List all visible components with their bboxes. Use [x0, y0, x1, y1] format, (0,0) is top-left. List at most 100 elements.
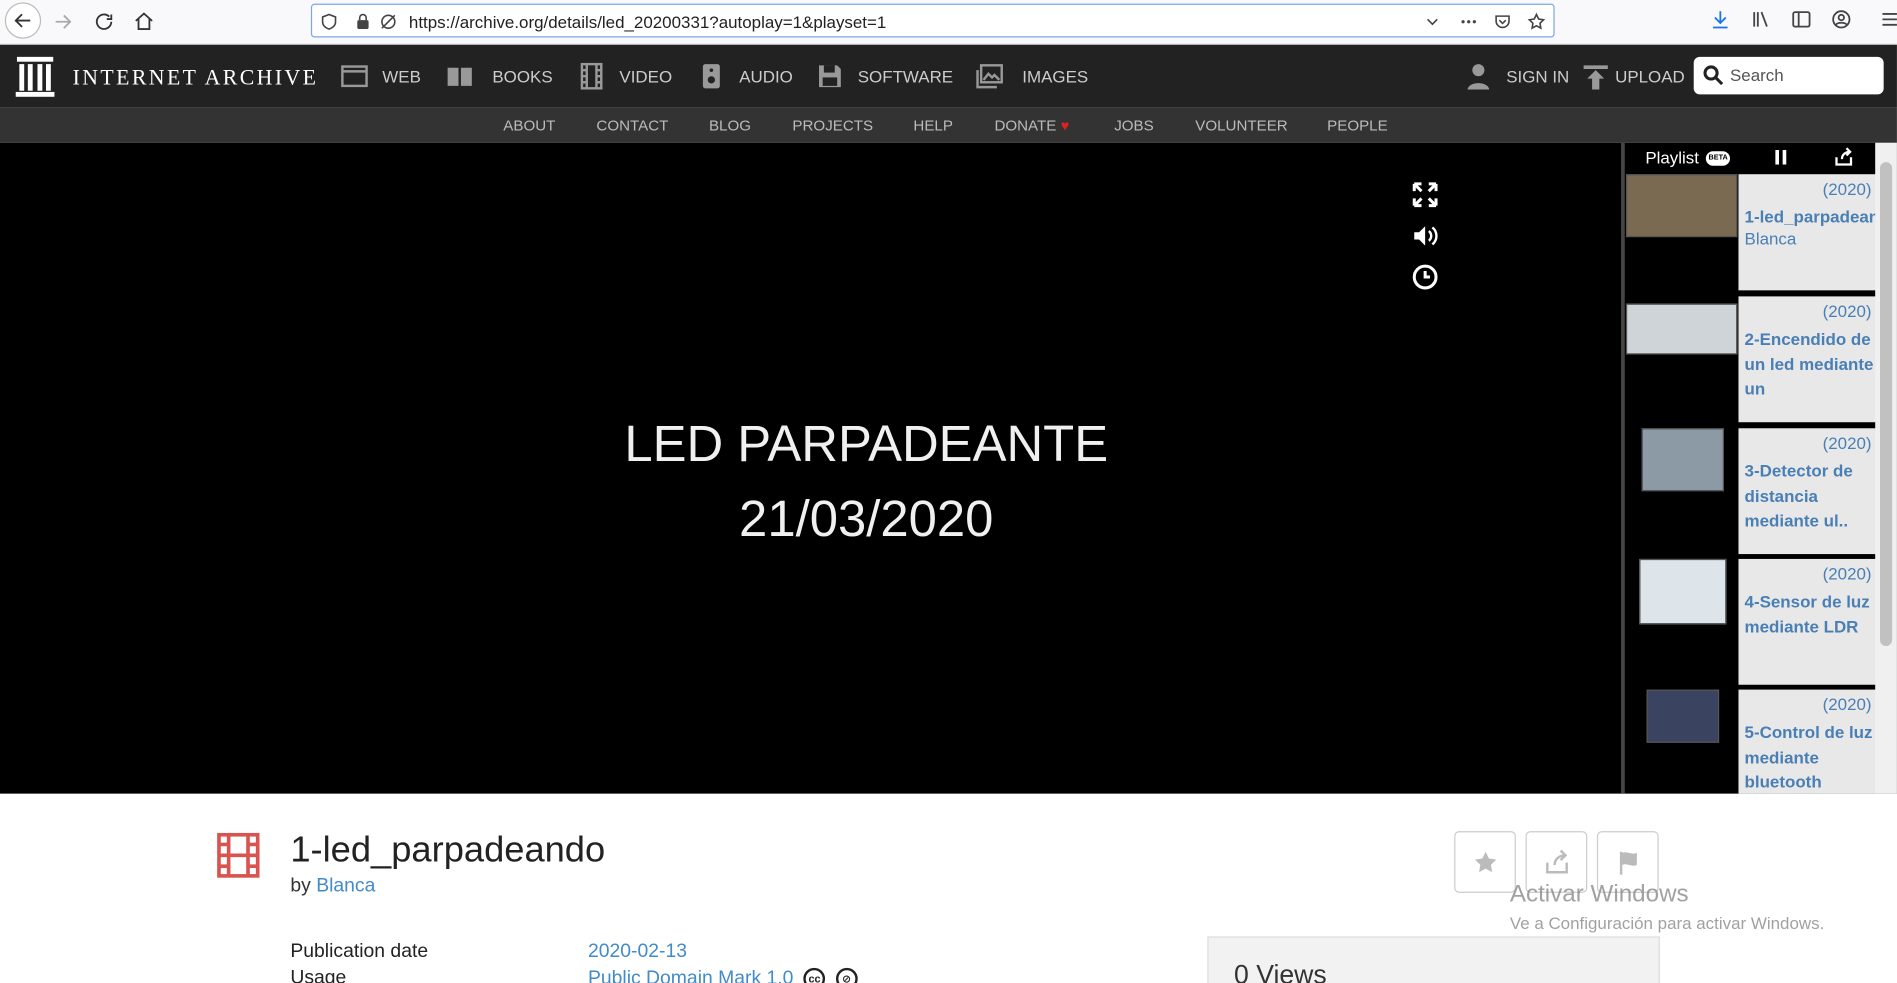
arrow-left-icon: [14, 13, 31, 28]
clock-icon[interactable]: [1411, 263, 1440, 292]
nav-books-label: BOOKS: [492, 66, 553, 86]
subnav-volunteer[interactable]: VOLUNTEER: [1195, 117, 1287, 134]
menu-icon[interactable]: [1879, 8, 1897, 32]
subnav-about[interactable]: ABOUT: [503, 117, 555, 134]
star-icon: [1474, 851, 1496, 872]
volume-icon[interactable]: [1411, 221, 1440, 250]
film-icon: [215, 832, 261, 878]
nav-audio[interactable]: AUDIO: [697, 62, 793, 91]
usage-value: Public Domain Mark 1.0 cc ⊘: [588, 967, 858, 983]
video-player[interactable]: LED PARPADEANTE 21/03/2020: [0, 142, 1622, 794]
account-icon[interactable]: [1830, 8, 1854, 32]
subnav-projects[interactable]: PROJECTS: [792, 117, 873, 134]
scroll-thumb[interactable]: [1880, 162, 1893, 647]
playlist-item[interactable]: (2020) 4-Sensor de luz mediante LDR: [1625, 558, 1879, 685]
playlist-item[interactable]: (2020) 3-Detector de distancia mediante …: [1625, 428, 1879, 555]
playlist-item-author: Blanca: [1744, 228, 1797, 249]
ia-logo-text[interactable]: INTERNET ARCHIVE: [73, 65, 319, 90]
playlist-card: (2020) 3-Detector de distancia mediante …: [1738, 428, 1877, 555]
playlist-item[interactable]: (2020) 2-Encendido de un led mediante un: [1625, 296, 1879, 423]
nav-video[interactable]: VIDEO: [577, 62, 672, 91]
flag-icon: [1619, 851, 1637, 875]
pub-date-link[interactable]: 2020-02-13: [588, 941, 687, 963]
book-icon: [445, 62, 479, 91]
playlist-panel: Playlist BETA (2020) 1-led_parpadeando B…: [1621, 142, 1897, 794]
sign-in-label: SIGN IN: [1506, 66, 1570, 86]
subnav-donate[interactable]: DONATE ♥: [994, 117, 1069, 134]
nav-images[interactable]: IMAGES: [975, 62, 1088, 91]
playlist-item-year: (2020): [1822, 694, 1872, 714]
subnav-help[interactable]: HELP: [913, 117, 953, 134]
back-button[interactable]: [4, 2, 42, 39]
pub-date-label: Publication date: [290, 941, 429, 962]
pause-icon[interactable]: [1770, 146, 1792, 168]
playlist-item-name: 4-Sensor de luz mediante LDR: [1744, 591, 1870, 636]
page-root: https://archive.org/details/led_20200331…: [0, 0, 1897, 983]
more-dots-icon[interactable]: [1459, 12, 1478, 31]
sign-in-button[interactable]: SIGN IN: [1464, 62, 1569, 91]
playlist-item-name: 2-Encendido de un led mediante un: [1744, 329, 1874, 399]
subnav-blog[interactable]: BLOG: [709, 117, 751, 134]
home-button[interactable]: [127, 5, 161, 39]
shield-icon[interactable]: [319, 12, 338, 31]
playlist-item-year: (2020): [1822, 301, 1872, 321]
subnav-people[interactable]: PEOPLE: [1327, 117, 1388, 134]
share-icon: [1545, 849, 1568, 873]
upload-button[interactable]: UPLOAD: [1581, 62, 1685, 91]
nav-images-label: IMAGES: [1022, 66, 1089, 86]
film-icon: [577, 62, 606, 91]
download-icon[interactable]: [1709, 8, 1733, 32]
playlist-item[interactable]: (2020) 1-led_parpadeando Blanca: [1625, 174, 1880, 291]
views-count: 0 Views: [1233, 959, 1327, 983]
nav-video-label: VIDEO: [619, 66, 673, 86]
library-icon[interactable]: [1751, 8, 1775, 32]
fullscreen-icon[interactable]: [1411, 180, 1440, 209]
beta-badge: BETA: [1706, 151, 1731, 167]
license-link[interactable]: Public Domain Mark 1.0: [588, 968, 793, 983]
playlist-scrollbar[interactable]: [1875, 142, 1897, 794]
lock-icon[interactable]: [353, 12, 372, 31]
subnav-jobs[interactable]: JOBS: [1114, 117, 1154, 134]
pocket-icon[interactable]: [1493, 12, 1512, 31]
search-input[interactable]: [1730, 62, 1876, 88]
video-title-line2: 21/03/2020: [739, 489, 994, 547]
usage-label: Usage: [290, 967, 347, 983]
reload-button[interactable]: [87, 5, 121, 39]
playlist-item-name: 1-led_parpadeando: [1744, 206, 1880, 227]
user-icon: [1464, 62, 1493, 91]
url-bar[interactable]: https://archive.org/details/led_20200331…: [310, 3, 1555, 38]
nav-software[interactable]: SOFTWARE: [815, 62, 953, 91]
ia-top-nav: INTERNET ARCHIVE WEB BOOKS VIDEO AUDIO S…: [0, 44, 1897, 108]
bookmark-star-icon[interactable]: [1527, 12, 1546, 31]
browser-toolbar: https://archive.org/details/led_20200331…: [0, 0, 1897, 45]
nav-web[interactable]: WEB: [340, 62, 421, 91]
playlist-thumbnail: [1646, 689, 1720, 743]
playlist-item-year: (2020): [1822, 563, 1872, 584]
playlist-title: Playlist BETA: [1645, 148, 1731, 167]
playlist-card: (2020) 1-led_parpadeando Blanca: [1738, 174, 1880, 291]
windows-activation-title: Activar Windows: [1509, 880, 1689, 908]
forward-button[interactable]: [46, 5, 80, 39]
upload-icon: [1581, 62, 1610, 91]
share-icon[interactable]: [1833, 146, 1855, 168]
playlist-item[interactable]: (2020) 5-Control de luz mediante bluetoo…: [1625, 689, 1879, 794]
nav-web-label: WEB: [382, 66, 421, 86]
playlist-card: (2020) 2-Encendido de un led mediante un: [1738, 296, 1877, 423]
author-link[interactable]: Blanca: [316, 876, 375, 897]
subnav-contact[interactable]: CONTACT: [596, 117, 668, 134]
ia-logo-icon[interactable]: [15, 54, 56, 98]
ia-sub-nav: ABOUT CONTACT BLOG PROJECTS HELP DONATE …: [0, 107, 1897, 143]
sidebar-icon[interactable]: [1791, 8, 1815, 32]
favorite-button[interactable]: [1454, 831, 1516, 893]
url-text[interactable]: https://archive.org/details/led_20200331…: [409, 12, 886, 31]
autoplay-blocked-icon[interactable]: [379, 12, 398, 31]
nav-books[interactable]: BOOKS: [445, 62, 553, 91]
search-box[interactable]: [1693, 56, 1884, 95]
chevron-down-icon[interactable]: [1423, 12, 1442, 31]
playlist-item-name: 5-Control de luz mediante bluetooth: [1744, 722, 1873, 792]
playlist-thumbnail: [1625, 303, 1738, 355]
upload-label: UPLOAD: [1615, 66, 1685, 86]
speaker-icon: [697, 62, 726, 91]
arrow-right-icon: [55, 14, 72, 29]
nav-software-label: SOFTWARE: [857, 66, 954, 86]
